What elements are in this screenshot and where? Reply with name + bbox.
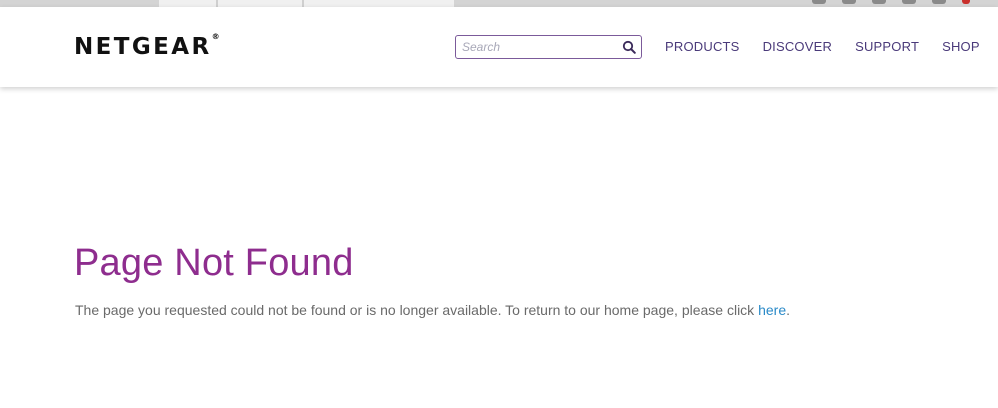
error-message: The page you requested could not be foun…: [75, 302, 790, 318]
top-tab-1[interactable]: [159, 0, 216, 7]
top-utility-strip: [0, 0, 998, 7]
search-input[interactable]: [462, 38, 612, 55]
message-text: The page you requested could not be foun…: [75, 302, 759, 318]
registered-mark: ®: [211, 32, 220, 41]
flag-icon[interactable]: [962, 0, 970, 4]
google-plus-icon[interactable]: [932, 0, 946, 4]
social-icons: [812, 0, 970, 4]
logo-text: NETGEAR: [74, 34, 212, 60]
nav-shop[interactable]: SHOP: [942, 39, 980, 54]
site-header: NETGEAR® PRODUCTS DISCOVER SUPPORT SHOP: [0, 7, 998, 87]
youtube-icon[interactable]: [872, 0, 886, 4]
nav-discover[interactable]: DISCOVER: [763, 39, 833, 54]
nav-support[interactable]: SUPPORT: [855, 39, 919, 54]
facebook-icon[interactable]: [812, 0, 826, 4]
search-icon[interactable]: [622, 40, 636, 54]
instagram-icon[interactable]: [902, 0, 916, 4]
netgear-logo[interactable]: NETGEAR®: [74, 32, 220, 60]
nav-products[interactable]: PRODUCTS: [665, 39, 740, 54]
twitter-icon[interactable]: [842, 0, 856, 4]
main-nav: PRODUCTS DISCOVER SUPPORT SHOP: [665, 39, 980, 54]
message-period: .: [786, 302, 790, 318]
page-title: Page Not Found: [74, 242, 354, 284]
home-link[interactable]: here: [758, 302, 786, 318]
top-tab-3[interactable]: [304, 0, 454, 7]
search-box: [455, 35, 642, 59]
top-tab-2[interactable]: [218, 0, 302, 7]
